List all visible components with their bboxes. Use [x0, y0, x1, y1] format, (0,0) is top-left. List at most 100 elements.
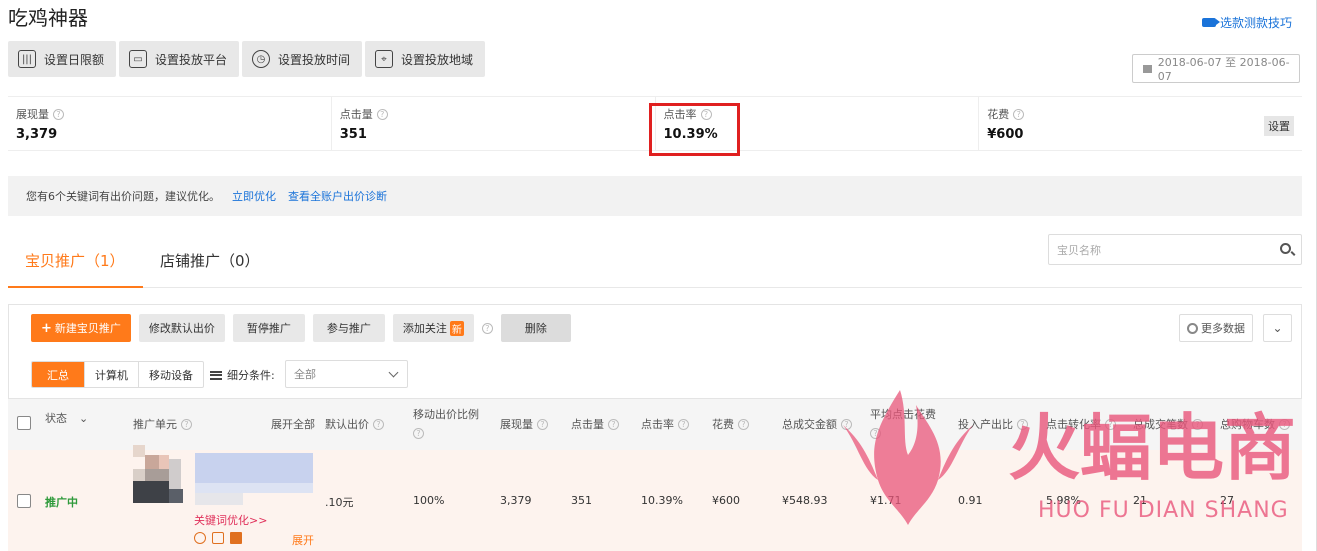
cell-avg-cpc: ¥1.71 — [870, 494, 902, 507]
help-icon[interactable]: ? — [1013, 108, 1025, 120]
filter-select[interactable]: 全部 — [285, 360, 408, 388]
pause-promotion-button[interactable]: 暂停推广 — [232, 314, 305, 342]
help-icon[interactable]: ? — [1017, 418, 1028, 430]
help-icon[interactable]: ? — [1279, 418, 1290, 430]
set-region-button[interactable]: ⌖ 设置投放地域 — [365, 41, 486, 77]
help-icon[interactable]: ? — [1192, 418, 1203, 430]
stat-impressions: 展现量? 3,379 — [8, 97, 332, 150]
column-clicks[interactable]: 点击量? — [571, 416, 619, 432]
segment-pc[interactable]: 计算机 — [85, 362, 139, 387]
page: 吃鸡神器 选款测款技巧 ||| 设置日限额 ▭ 设置投放平台 ◷ 设置投放时间 … — [0, 0, 1317, 551]
button-label: 设置投放地域 — [401, 52, 474, 67]
tab-shop-promotion[interactable]: 店铺推广（0） — [160, 250, 260, 271]
header-label: 推广单元 — [133, 418, 177, 431]
header-label: 点击转化率 — [1046, 418, 1101, 431]
map-pin-icon: ⌖ — [375, 50, 393, 68]
help-icon[interactable]: ? — [870, 428, 881, 439]
new-item-promotion-button[interactable]: + 新建宝贝推广 — [31, 314, 131, 342]
page-title: 吃鸡神器 — [8, 6, 88, 30]
expand-all-link[interactable]: 展开全部 — [271, 416, 315, 432]
help-icon[interactable]: ? — [841, 418, 852, 430]
help-icon[interactable]: ? — [373, 418, 384, 430]
stat-value: 3,379 — [16, 127, 58, 142]
select-all-checkbox[interactable] — [17, 416, 31, 430]
date-range-picker[interactable]: 2018-06-07 至 2018-06-07 — [1132, 54, 1300, 83]
header-label: 默认出价 — [325, 418, 369, 431]
column-carts[interactable]: 总购物车数? — [1220, 416, 1290, 432]
button-label: 设置投放时间 — [278, 52, 351, 67]
collapse-button[interactable]: ⌄ — [1263, 314, 1292, 342]
product-thumbnail[interactable] — [133, 445, 313, 507]
set-time-button[interactable]: ◷ 设置投放时间 — [242, 41, 363, 77]
help-icon[interactable]: ? — [1105, 418, 1116, 430]
optimize-now-link[interactable]: 立即优化 — [232, 188, 276, 204]
column-gmv[interactable]: 总成交金额? — [782, 416, 852, 432]
delete-button[interactable]: 删除 — [500, 314, 571, 342]
calendar-icon — [1143, 64, 1152, 73]
column-impressions[interactable]: 展现量? — [500, 416, 548, 432]
pause-icon[interactable] — [194, 532, 206, 544]
help-icon[interactable]: ? — [376, 108, 388, 120]
set-budget-button[interactable]: 设置 — [1264, 116, 1294, 136]
help-icon[interactable]: ? — [608, 418, 619, 430]
trash-icon[interactable] — [230, 532, 242, 544]
cell-impressions: 3,379 — [500, 494, 532, 507]
list-icon — [210, 370, 222, 380]
column-mobile-ratio[interactable]: 移动出价比例? — [413, 406, 479, 439]
toolbar: + 新建宝贝推广 修改默认出价 暂停推广 参与推广 添加关注 新 ? 删除 — [31, 314, 571, 342]
video-camera-icon — [1201, 18, 1220, 27]
tab-item-promotion[interactable]: 宝贝推广（1） — [25, 250, 125, 271]
segment-mobile[interactable]: 移动设备 — [139, 362, 203, 387]
copy-icon[interactable] — [212, 532, 224, 544]
stat-label: 花费 — [987, 108, 1010, 121]
sliders-icon: ||| — [18, 50, 36, 68]
search-input[interactable]: 宝贝名称 — [1048, 234, 1302, 265]
more-data-button[interactable]: 更多数据 — [1179, 314, 1253, 342]
gear-icon — [1187, 322, 1198, 334]
header-label: 状态 — [45, 412, 67, 425]
column-ctr[interactable]: 点击率? — [641, 416, 689, 432]
chevron-down-icon: ⌄ — [1272, 321, 1283, 335]
segment-all[interactable]: 汇总 — [32, 362, 85, 387]
row-actions — [194, 532, 242, 544]
cell-cost: ¥600 — [712, 494, 740, 507]
join-promotion-button[interactable]: 参与推广 — [312, 314, 385, 342]
stat-label: 点击量 — [339, 108, 373, 121]
set-daily-limit-button[interactable]: ||| 设置日限额 — [8, 41, 117, 77]
help-icon[interactable]: ? — [678, 418, 689, 430]
search-icon[interactable] — [1280, 243, 1291, 254]
chevron-down-icon: ⌄ — [79, 411, 89, 425]
column-default-bid[interactable]: 默认出价? — [325, 416, 384, 432]
expand-link[interactable]: 展开 — [292, 532, 314, 548]
set-platform-button[interactable]: ▭ 设置投放平台 — [119, 41, 240, 77]
help-icon[interactable]: ? — [53, 108, 64, 120]
help-icon[interactable]: ? — [181, 418, 192, 430]
help-icon[interactable]: ? — [537, 418, 548, 430]
stat-value: ¥600 — [987, 127, 1024, 142]
cell-default-bid[interactable]: .10元 — [325, 494, 354, 510]
modify-default-bid-button[interactable]: 修改默认出价 — [138, 314, 225, 342]
column-status[interactable]: 状态 ⌄ — [45, 410, 88, 426]
bid-diagnosis-link[interactable]: 查看全账户出价诊断 — [288, 188, 387, 204]
plus-icon: + — [41, 320, 52, 336]
notice-text: 您有6个关键词有出价问题，建议优化。 — [26, 190, 220, 203]
add-follow-button[interactable]: 添加关注 新 — [392, 314, 474, 342]
header-label: 花费 — [712, 418, 734, 431]
header-label: 平均点击花费 — [870, 408, 936, 421]
column-roi[interactable]: 投入产出比? — [958, 416, 1028, 432]
column-cost[interactable]: 花费? — [712, 416, 749, 432]
row-checkbox[interactable] — [17, 494, 31, 511]
column-avg-cpc[interactable]: 平均点击花费? — [870, 406, 936, 439]
tips-link[interactable]: 选款测款技巧 — [1201, 14, 1292, 31]
help-icon[interactable]: ? — [738, 418, 749, 430]
stat-clicks: 点击量? 351 — [332, 97, 656, 150]
bid-notice: 您有6个关键词有出价问题，建议优化。 立即优化 查看全账户出价诊断 — [8, 176, 1302, 216]
keyword-optimize-link[interactable]: 关键词优化>> — [194, 512, 267, 528]
header-label: 展现量 — [500, 418, 533, 431]
search-placeholder: 宝贝名称 — [1057, 243, 1101, 257]
help-icon[interactable]: ? — [413, 428, 424, 439]
tab-divider — [8, 287, 1302, 288]
column-cvr[interactable]: 点击转化率? — [1046, 416, 1116, 432]
column-orders[interactable]: 总成交笔数? — [1133, 416, 1203, 432]
help-icon[interactable]: ? — [481, 322, 493, 334]
